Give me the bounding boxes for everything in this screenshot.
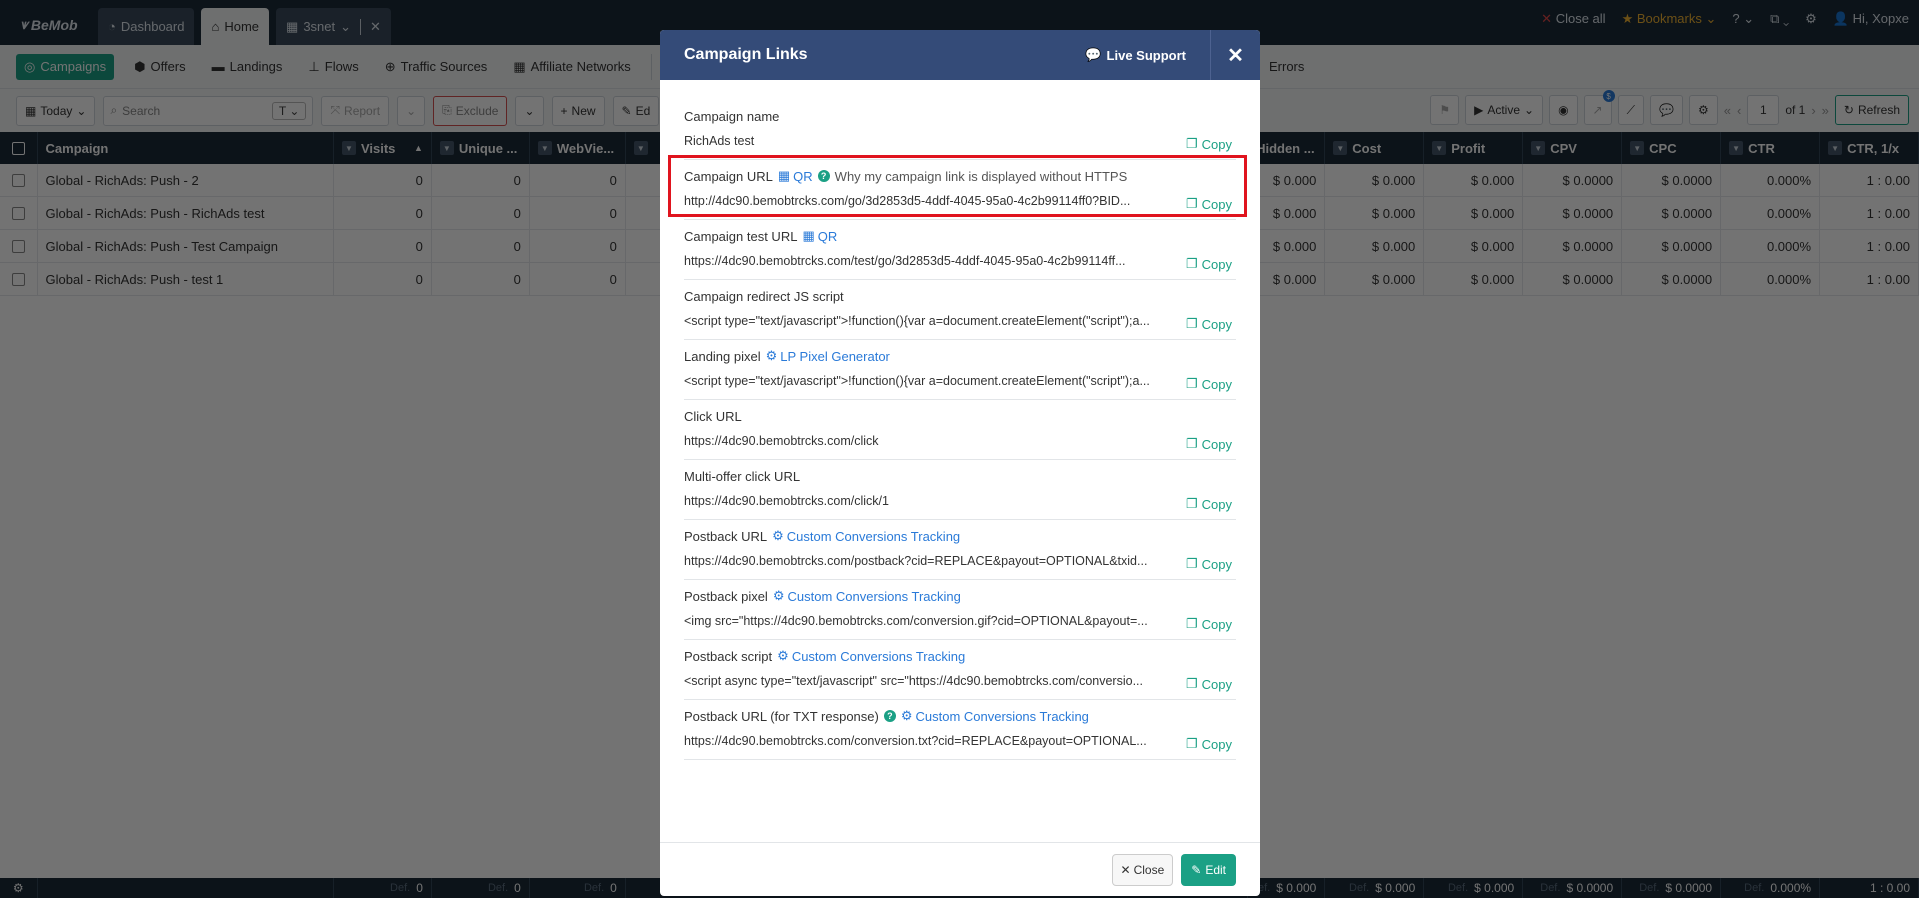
copy-icon: ❐	[1185, 736, 1198, 751]
campaign-test-url-value: https://4dc90.bemobtrcks.com/test/go/3d2…	[684, 254, 1126, 268]
multi-offer-url-value: https://4dc90.bemobtrcks.com/click/1	[684, 494, 889, 508]
gears-icon: ⚙	[765, 348, 778, 363]
field-postback-url: Postback URL ⚙ Custom Conversions Trackin…	[684, 520, 1236, 580]
copy-icon: ❐	[1185, 676, 1198, 691]
gears-icon: ⚙	[900, 708, 913, 723]
copy-button[interactable]: ❐ Copy	[1186, 316, 1232, 332]
gears-icon: ⚙	[772, 588, 785, 603]
postback-script-value: <script async type="text/javascript" src…	[684, 674, 1143, 688]
campaign-name-value: RichAds test	[684, 134, 755, 148]
field-postback-pixel: Postback pixel ⚙ Custom Conversions Track…	[684, 580, 1236, 640]
modal-header: Campaign Links 💬 Live Support ✕	[660, 30, 1260, 80]
custom-tracking-link[interactable]: ⚙ Custom Conversions Tracking	[901, 708, 1089, 724]
copy-button[interactable]: ❐ Copy	[1186, 676, 1232, 692]
field-landing-pixel: Landing pixel ⚙ LP Pixel Generator <scrip…	[684, 340, 1236, 400]
copy-icon: ❐	[1185, 616, 1198, 631]
copy-button[interactable]: ❐ Copy	[1186, 136, 1232, 152]
field-multi-offer-click-url: Multi-offer click URL https://4dc90.bemo…	[684, 460, 1236, 520]
custom-tracking-link[interactable]: ⚙ Custom Conversions Tracking	[773, 588, 961, 604]
modal-title: Campaign Links	[684, 46, 808, 63]
field-postback-script: Postback script ⚙ Custom Conversions Trac…	[684, 640, 1236, 700]
field-redirect-js: Campaign redirect JS script <script type…	[684, 280, 1236, 340]
close-button[interactable]: ✕ Close	[1111, 853, 1174, 886]
gears-icon: ⚙	[777, 648, 789, 663]
close-icon: ✕	[1120, 862, 1131, 877]
chat-icon: 💬	[1085, 47, 1102, 62]
copy-button[interactable]: ❐ Copy	[1186, 496, 1232, 512]
field-campaign-name: Campaign name RichAds test ❐ Copy	[684, 100, 1236, 160]
copy-button[interactable]: ❐ Copy	[1186, 376, 1232, 392]
copy-icon: ❐	[1185, 316, 1198, 331]
field-click-url: Click URL https://4dc90.bemobtrcks.com/c…	[684, 400, 1236, 460]
live-support-button[interactable]: 💬 Live Support	[1085, 47, 1210, 63]
copy-icon: ❐	[1185, 256, 1198, 271]
modal-footer: ✕ Close ✎ Edit	[660, 842, 1260, 896]
postback-url-value: https://4dc90.bemobtrcks.com/postback?ci…	[684, 554, 1148, 568]
copy-icon: ❐	[1185, 496, 1198, 511]
postback-pixel-value: <img src="https://4dc90.bemobtrcks.com/c…	[684, 614, 1148, 628]
copy-icon: ❐	[1185, 556, 1198, 571]
modal-close-button[interactable]: ✕	[1210, 30, 1260, 80]
edit-button[interactable]: ✎ Edit	[1181, 853, 1236, 886]
campaign-url-highlight	[668, 155, 1247, 217]
custom-tracking-link[interactable]: ⚙ Custom Conversions Tracking	[772, 528, 960, 544]
lp-pixel-generator-link[interactable]: ⚙ LP Pixel Generator	[766, 348, 890, 364]
landing-pixel-value: <script type="text/javascript">!function…	[684, 374, 1150, 388]
copy-icon: ❐	[1185, 136, 1198, 151]
redirect-js-value: <script type="text/javascript">!function…	[684, 314, 1150, 328]
custom-tracking-link[interactable]: ⚙ Custom Conversions Tracking	[777, 648, 965, 664]
copy-button[interactable]: ❐ Copy	[1186, 436, 1232, 452]
help-icon[interactable]: ?	[883, 710, 896, 722]
copy-icon: ❐	[1185, 436, 1198, 451]
click-url-value: https://4dc90.bemobtrcks.com/click	[684, 434, 879, 448]
copy-icon: ❐	[1185, 376, 1198, 391]
edit-icon: ✎	[1191, 862, 1202, 877]
postback-txt-value: https://4dc90.bemobtrcks.com/conversion.…	[684, 734, 1147, 748]
gears-icon: ⚙	[772, 528, 784, 543]
field-postback-url-txt: Postback URL (for TXT response) ? ⚙ Custo…	[684, 700, 1236, 760]
qr-icon: ▦	[802, 228, 815, 243]
field-campaign-test-url: Campaign test URL ▦ QR https://4dc90.bemo…	[684, 220, 1236, 280]
qr-link[interactable]: ▦ QR	[802, 228, 837, 244]
copy-button[interactable]: ❐ Copy	[1186, 556, 1232, 572]
copy-button[interactable]: ❐ Copy	[1186, 736, 1232, 752]
copy-button[interactable]: ❐ Copy	[1186, 256, 1232, 272]
copy-button[interactable]: ❐ Copy	[1186, 616, 1232, 632]
